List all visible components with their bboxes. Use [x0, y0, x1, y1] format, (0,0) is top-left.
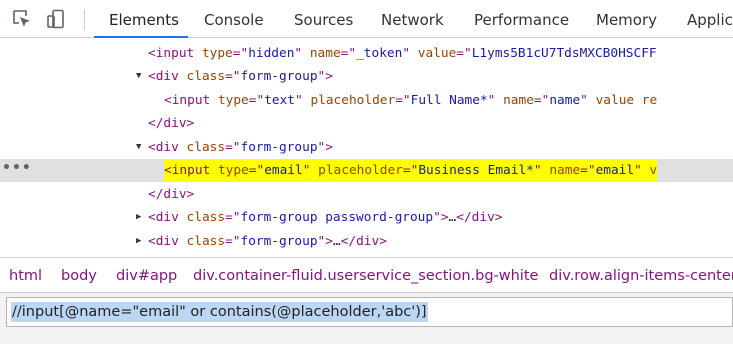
attr-value: form-group — [240, 234, 318, 249]
tag-open: <input — [164, 93, 218, 108]
tag-close: </div> — [148, 187, 195, 202]
device-toolbar-icon[interactable] — [46, 9, 66, 29]
tag-open: <input — [164, 163, 218, 178]
attr-value: form-group — [240, 140, 318, 155]
attr-name: type — [217, 93, 249, 108]
tab-application[interactable]: Applic — [687, 0, 733, 38]
dom-node-form-group[interactable]: ▼ <div class="form-group"> — [0, 65, 733, 88]
tab-network[interactable]: Network — [381, 0, 444, 38]
breadcrumb-item-row[interactable]: div.row.align-items-center — [549, 258, 733, 292]
attr-name: value re — [595, 93, 658, 108]
tab-elements[interactable]: Elements — [94, 0, 188, 38]
attr-name: v — [649, 163, 658, 178]
tab-console[interactable]: Console — [204, 0, 264, 38]
expand-triangle-icon[interactable]: ▼ — [136, 65, 141, 88]
breadcrumb: html body div#app div.container-fluid.us… — [0, 257, 733, 293]
breadcrumb-item-body[interactable]: body — [61, 258, 97, 292]
tag-open: <div — [148, 69, 187, 84]
attr-name: placeholder — [318, 163, 403, 178]
search-input[interactable]: //input[@name="email" or contains(@place… — [6, 297, 733, 327]
attr-value: Full Name* — [410, 93, 488, 108]
attr-value: name — [549, 93, 581, 108]
attr-value: _token — [356, 46, 403, 61]
tag-open: <div — [148, 140, 187, 155]
attr-name: class — [186, 210, 226, 225]
attr-value: form-group — [240, 69, 318, 84]
breadcrumb-item-div-app[interactable]: div#app — [116, 258, 177, 292]
dom-node-text-input[interactable]: <input type="text" placeholder="Full Nam… — [0, 89, 733, 112]
attr-value: hidden — [248, 46, 295, 61]
attr-name: placeholder — [310, 93, 396, 108]
collapsed-ellipsis[interactable]: … — [333, 234, 341, 249]
breadcrumb-item-container[interactable]: div.container-fluid.userservice_section.… — [193, 258, 538, 292]
collapse-triangle-icon[interactable]: ▶ — [136, 230, 141, 253]
toolbar-separator — [84, 9, 85, 30]
elements-tree: <input type="hidden" name="_token" value… — [0, 38, 733, 257]
attr-value: email — [264, 163, 303, 178]
attr-value: Business Email* — [418, 163, 534, 178]
tag-open: <input — [148, 46, 202, 61]
attr-name: type — [201, 46, 233, 61]
tag-open: <div — [148, 234, 187, 249]
attr-name: name — [309, 46, 341, 61]
tag-open: <div — [148, 210, 187, 225]
dom-node-form-group[interactable]: ▼ <div class="form-group"> — [0, 136, 733, 159]
dom-node-close-div[interactable]: </div> — [0, 183, 733, 206]
dom-node-form-group[interactable]: ▶ <div class="form-group">…</div> — [0, 230, 733, 253]
attr-value: form-group password-group — [240, 210, 434, 225]
tab-performance[interactable]: Performance — [474, 0, 569, 38]
attr-name: class — [186, 140, 226, 155]
tag-close: </div> — [148, 116, 195, 131]
attr-name: name — [549, 163, 581, 178]
inspect-element-icon[interactable] — [12, 9, 32, 29]
expand-triangle-icon[interactable]: ▼ — [136, 136, 141, 159]
search-query-text: //input[@name="email" or contains(@place… — [11, 302, 428, 322]
attr-name: class — [186, 69, 226, 84]
dom-node-email-input[interactable]: ••• <input type="email" placeholder="Bus… — [0, 159, 733, 182]
dom-node-hidden-input[interactable]: <input type="hidden" name="_token" value… — [0, 42, 733, 65]
attr-value: email — [595, 163, 635, 178]
attr-name: type — [217, 163, 249, 178]
tab-memory[interactable]: Memory — [596, 0, 657, 38]
attr-name: value — [417, 46, 457, 61]
more-actions-icon[interactable]: ••• — [2, 157, 32, 180]
attr-value: L1yms5B1cU7TdsMXCB0HSCFF — [471, 46, 657, 61]
dom-node-close-div[interactable]: </div> — [0, 112, 733, 135]
attr-name: name — [503, 93, 534, 108]
attr-value: text — [264, 93, 296, 108]
breadcrumb-item-html[interactable]: html — [9, 258, 42, 292]
tab-sources[interactable]: Sources — [294, 0, 353, 38]
dom-node-password-group[interactable]: ▶ <div class="form-group password-group"… — [0, 206, 733, 229]
attr-name: class — [186, 234, 226, 249]
collapse-triangle-icon[interactable]: ▶ — [136, 206, 141, 229]
devtools-toolbar: Elements Console Sources Network Perform… — [0, 0, 733, 38]
search-bar: //input[@name="email" or contains(@place… — [0, 293, 733, 344]
